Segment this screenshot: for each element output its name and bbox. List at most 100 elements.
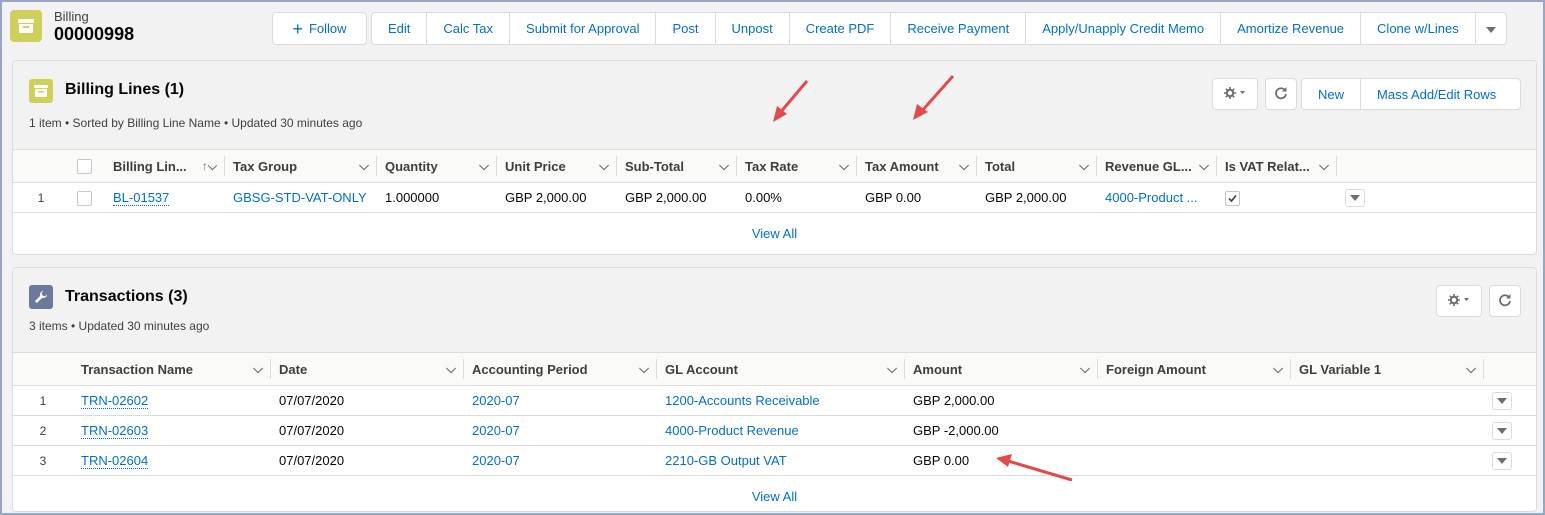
row-checkbox[interactable] [77,190,92,206]
mass-add-edit-rows-button[interactable]: Mass Add/Edit Rows [1361,79,1512,109]
follow-button[interactable]: + Follow [272,12,367,45]
column-header-tax-group[interactable]: Tax Group ⌵ [225,149,377,183]
gear-icon [1448,293,1470,309]
row-action-menu-button[interactable] [1492,421,1512,440]
row-number: 1 [13,182,69,213]
edit-button[interactable]: Edit [372,13,428,44]
column-header-sub-total[interactable]: Sub-Total ⌵ [617,149,737,183]
column-header-date[interactable]: Date ⌵ [271,352,464,386]
column-header-tax-rate[interactable]: Tax Rate ⌵ [737,149,857,183]
column-header-accounting-period[interactable]: Accounting Period ⌵ [464,352,657,386]
tax-amount-cell: GBP 0.00 [857,182,977,213]
apply-unapply-credit-memo-button[interactable]: Apply/Unapply Credit Memo [1026,13,1222,44]
gl-account-cell: 4000-Product Revenue [657,415,905,446]
column-header-transaction-name[interactable]: Transaction Name ⌵ [73,352,271,386]
transactions-header-row: Transaction Name ⌵ Date ⌵ Accounting Perio… [13,352,1536,386]
transaction-link[interactable]: TRN-02604 [81,453,149,469]
billing-lines-button-group: New Mass Add/Edit Rows [1301,78,1521,110]
sub-total-cell: GBP 2,000.00 [617,182,737,213]
chevron-down-icon: ⌵ [359,158,369,173]
transactions-settings-button[interactable] [1436,285,1482,317]
chevron-down-icon: ⌵ [639,361,649,376]
post-button[interactable]: Post [656,13,716,44]
receive-payment-button[interactable]: Receive Payment [891,13,1027,44]
billing-lines-view-all-link[interactable]: View All [13,226,1536,241]
calc-tax-button[interactable]: Calc Tax [427,13,511,44]
transaction-link[interactable]: TRN-02603 [81,423,149,439]
caret-down-icon [1497,397,1507,404]
accounting-period-cell: 2020-07 [464,415,657,446]
transactions-refresh-button[interactable] [1489,285,1521,317]
gl-account-link[interactable]: 2210-GB Output VAT [665,453,787,468]
chevron-down-icon: ⌵ [1319,158,1329,173]
billing-line-link[interactable]: BL-01537 [113,190,170,206]
wrench-icon [29,285,53,309]
row-number-header [13,352,73,386]
row-actions-header [1337,149,1536,183]
transactions-view-all-link[interactable]: View All [13,489,1536,504]
caret-down-icon [1350,194,1360,201]
billing-lines-settings-button[interactable] [1212,78,1258,110]
gl-account-cell: 1200-Accounts Receivable [657,385,905,416]
record-header: Billing 00000998 + Follow Edit Calc Tax … [2,2,1543,58]
accounting-period-cell: 2020-07 [464,385,657,416]
chevron-down-icon: ⌵ [446,361,456,376]
row-action-menu-button[interactable] [1492,451,1512,470]
revenue-gl-link[interactable]: 4000-Product ... [1105,190,1198,205]
clone-with-lines-button[interactable]: Clone w/Lines [1361,13,1476,44]
column-header-foreign-amount[interactable]: Foreign Amount ⌵ [1098,352,1291,386]
create-pdf-button[interactable]: Create PDF [790,13,892,44]
gl-account-link[interactable]: 1200-Accounts Receivable [665,393,820,408]
column-header-amount[interactable]: Amount ⌵ [905,352,1098,386]
table-row: 1 BL-01537 GBSG-STD-VAT-ONLY 1.000000 GB… [13,182,1536,213]
gl-account-cell: 2210-GB Output VAT [657,445,905,476]
billing-line-name-cell: BL-01537 [105,182,225,213]
column-header-tax-amount[interactable]: Tax Amount ⌵ [857,149,977,183]
chevron-down-icon: ⌵ [253,361,263,376]
tax-group-link[interactable]: GBSG-STD-VAT-ONLY [233,190,367,205]
column-header-billing-line[interactable]: Billing Lin... ↑⌵ [105,149,225,183]
foreign-amount-cell [1098,385,1291,416]
foreign-amount-cell [1098,445,1291,476]
column-header-revenue-gl[interactable]: Revenue GL... ⌵ [1097,149,1217,183]
unpost-button[interactable]: Unpost [716,13,790,44]
transactions-title[interactable]: Transactions (3) [65,288,188,306]
chevron-down-icon: ⌵ [887,361,897,376]
column-header-quantity[interactable]: Quantity ⌵ [377,149,497,183]
row-number: 2 [13,415,73,446]
more-actions-button[interactable] [1476,13,1506,44]
submit-for-approval-button[interactable]: Submit for Approval [510,13,657,44]
follow-button-label: Follow [308,21,347,36]
total-cell: GBP 2,000.00 [977,182,1097,213]
record-name: 00000998 [54,24,135,44]
column-header-total[interactable]: Total ⌵ [977,149,1097,183]
column-header-gl-account[interactable]: GL Account ⌵ [657,352,905,386]
billing-lines-table: Billing Lin... ↑⌵ Tax Group ⌵ Quantity ⌵ Un… [13,149,1536,213]
select-all-checkbox[interactable] [77,159,92,175]
column-header-unit-price[interactable]: Unit Price ⌵ [497,149,617,183]
accounting-period-link[interactable]: 2020-07 [472,393,520,408]
billing-lines-title[interactable]: Billing Lines (1) [65,81,184,99]
column-header-is-vat-related[interactable]: Is VAT Relat... ⌵ [1217,149,1337,183]
new-button[interactable]: New [1302,79,1362,109]
row-actions-cell [1484,385,1536,416]
column-header-gl-variable-1[interactable]: GL Variable 1 ⌵ [1291,352,1484,386]
app-frame: Billing 00000998 + Follow Edit Calc Tax … [0,0,1545,515]
date-cell: 07/07/2020 [271,415,464,446]
chevron-down-icon: ⌵ [1079,158,1089,173]
gl-account-link[interactable]: 4000-Product Revenue [665,423,799,438]
sort-ascending-chevron-icon: ↑⌵ [201,158,217,173]
transaction-link[interactable]: TRN-02602 [81,393,149,409]
quantity-cell: 1.000000 [377,182,497,213]
accounting-period-link[interactable]: 2020-07 [472,423,520,438]
caret-down-icon [1497,457,1507,464]
row-action-menu-button[interactable] [1345,188,1365,207]
billing-lines-refresh-button[interactable] [1265,78,1297,110]
amortize-revenue-button[interactable]: Amortize Revenue [1221,13,1362,44]
chevron-down-icon: ⌵ [1273,361,1283,376]
row-action-menu-button[interactable] [1492,391,1512,410]
transaction-name-cell: TRN-02604 [73,445,271,476]
action-button-group: Edit Calc Tax Submit for Approval Post U… [371,12,1507,45]
accounting-period-link[interactable]: 2020-07 [472,453,520,468]
tax-rate-cell: 0.00% [737,182,857,213]
